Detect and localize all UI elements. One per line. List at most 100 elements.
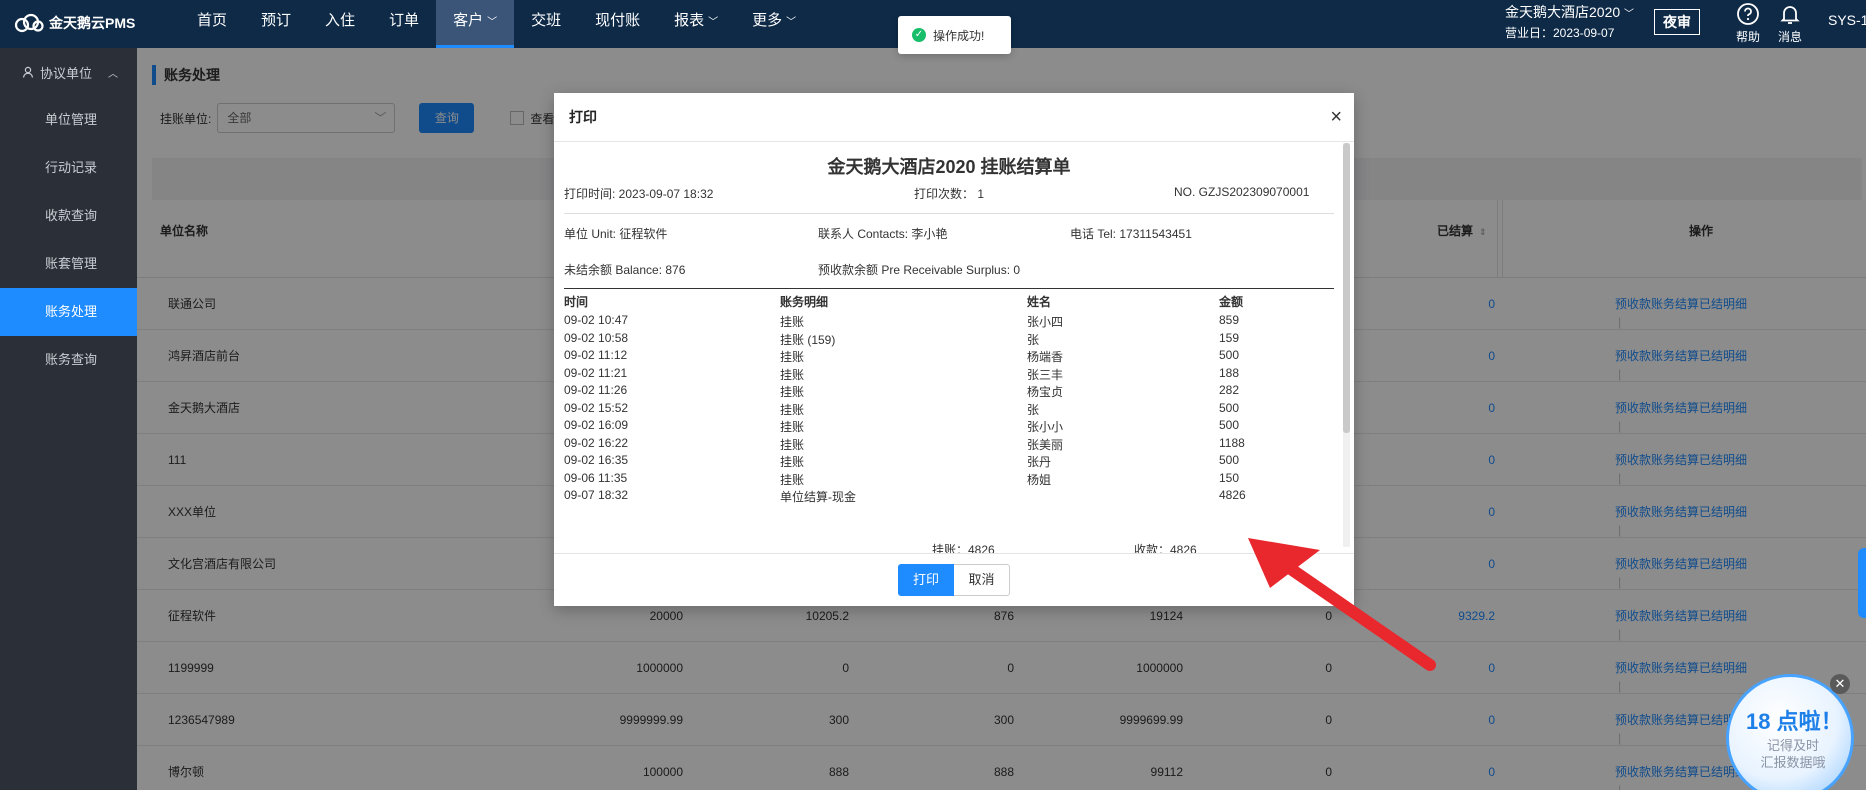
main-nav: 首页 预订 入住 订单 客户 ﹀ 交班 现付账 报表 ﹀ 更多 ﹀ — [180, 0, 813, 48]
sidebar-item-account-processing[interactable]: 账务处理 — [0, 288, 137, 336]
user-id[interactable]: SYS-1( — [1828, 12, 1866, 28]
document-cell: 张 — [1027, 332, 1040, 347]
document-cell: 500 — [1219, 400, 1240, 415]
document-cell: 09-02 11:12 — [564, 348, 628, 362]
nav-shift[interactable]: 交班 — [514, 0, 578, 48]
document-cell: 杨姐 — [1027, 472, 1052, 487]
document-cell: 09-02 16:22 — [564, 435, 629, 450]
cloud-logo-icon — [14, 13, 44, 33]
app-logo[interactable]: 金天鹅云PMS — [14, 13, 135, 33]
document-cell: 杨端香 — [1027, 350, 1064, 364]
hotel-name: 金天鹅大酒店2020 — [1505, 4, 1621, 20]
print-dialog: 打印 × 金天鹅大酒店2020 挂账结算单 打印时间: 2023-09-07 1… — [554, 93, 1354, 606]
document-cell: 张小小 — [1027, 420, 1064, 434]
nav-label: 首页 — [197, 12, 228, 29]
document-cell: 09-02 16:09 — [564, 418, 629, 432]
close-icon[interactable]: × — [1330, 93, 1342, 142]
nav-label: 更多 — [752, 12, 783, 29]
document-cell: 张美丽 — [1027, 437, 1064, 452]
nav-home[interactable]: 首页 — [180, 0, 244, 48]
document-cell: 挂账 — [780, 420, 805, 434]
document-cell: 09-07 18:32 — [564, 488, 629, 502]
cancel-button[interactable]: 取消 — [954, 564, 1010, 596]
sidebar-item-account-sets[interactable]: 账套管理 — [0, 240, 137, 288]
preview-scrollbar[interactable] — [1343, 143, 1350, 547]
reminder-line: 汇报数据哦 — [1760, 755, 1826, 770]
nav-cash-account[interactable]: 现付账 — [578, 0, 657, 48]
nav-label: 入住 — [325, 12, 356, 29]
dialog-title: 打印 — [569, 109, 597, 125]
sidebar-item-payment-query[interactable]: 收款查询 — [0, 192, 137, 240]
document-table-header: 时间 账务明细 姓名 金额 — [564, 293, 1334, 314]
bell-icon — [1780, 6, 1800, 24]
divider — [564, 288, 1334, 289]
document-cell: 859 — [1219, 313, 1240, 327]
nav-label: 预订 — [261, 12, 292, 29]
document-cell: 150 — [1219, 470, 1240, 485]
doc-col-time: 时间 — [564, 295, 589, 309]
sidebar-item-activity-log[interactable]: 行动记录 — [0, 144, 137, 192]
night-audit-button[interactable]: 夜审 — [1654, 9, 1700, 35]
document-cell: 188 — [1219, 365, 1240, 380]
document-cell: 张 — [1027, 402, 1040, 417]
document-cell: 09-02 15:52 — [564, 400, 629, 415]
check-circle-icon: ✓ — [912, 28, 926, 42]
document-cell: 挂账 — [780, 385, 805, 399]
document-cell: 282 — [1219, 383, 1240, 397]
document-cell: 09-06 11:35 — [564, 470, 628, 485]
nav-checkin[interactable]: 入住 — [308, 0, 372, 48]
scrollbar-thumb[interactable] — [1343, 143, 1350, 433]
tel-info: 电话 Tel: 17311543451 — [1070, 227, 1192, 241]
business-day: 营业日：2023-09-07 — [1505, 26, 1615, 40]
chevron-down-icon: ﹀ — [1624, 9, 1635, 20]
document-cell: 挂账 — [780, 350, 805, 364]
nav-more[interactable]: 更多 ﹀ — [735, 0, 813, 48]
help-button[interactable]: 帮助 — [1728, 2, 1768, 45]
print-count: 打印次数： 1 — [914, 187, 985, 201]
nav-label: 订单 — [389, 12, 420, 29]
document-number: NO. GZJS202309070001 — [1174, 185, 1310, 199]
dialog-header: 打印 × — [554, 93, 1354, 142]
red-arrow-annotation — [1248, 538, 1436, 671]
document-cell: 挂账 — [780, 315, 805, 329]
document-cell: 09-02 11:21 — [564, 365, 628, 380]
document-row: 09-07 18:32 单位结算-现金 4826 — [564, 488, 1334, 509]
sidebar-item-account-query[interactable]: 账务查询 — [0, 336, 137, 384]
help-icon — [1737, 3, 1759, 25]
doc-col-name: 姓名 — [1027, 295, 1052, 309]
document-cell: 500 — [1219, 418, 1240, 432]
nav-reports[interactable]: 报表 ﹀ — [657, 0, 735, 48]
document-cell: 500 — [1219, 453, 1240, 467]
nav-reservation[interactable]: 预订 — [244, 0, 308, 48]
document-cell: 500 — [1219, 348, 1240, 362]
document-cell: 09-02 10:58 — [564, 330, 629, 345]
side-tab[interactable] — [1858, 548, 1866, 618]
print-button[interactable]: 打印 — [898, 564, 954, 596]
nav-orders[interactable]: 订单 — [372, 0, 436, 48]
document-cell: 挂账 — [780, 437, 805, 452]
print-time: 打印时间: 2023-09-07 18:32 — [564, 187, 714, 201]
hotel-selector[interactable]: 金天鹅大酒店2020 ﹀ 营业日：2023-09-07 — [1505, 3, 1645, 43]
sidebar-group-agreement-units[interactable]: 协议单位 ︿ — [0, 48, 137, 96]
document-cell: 挂账 — [780, 367, 805, 382]
nav-customers[interactable]: 客户 ﹀ — [436, 0, 515, 48]
messages-button[interactable]: 消息 — [1770, 2, 1810, 45]
document-cell: 09-02 10:47 — [564, 313, 629, 327]
document-cell: 挂账 — [780, 455, 805, 469]
help-label: 帮助 — [1735, 30, 1760, 44]
logo-text: 金天鹅云PMS — [49, 15, 136, 31]
pre-receivable-info: 预收款余额 Pre Receivable Surplus: 0 — [818, 263, 1021, 277]
doc-col-detail: 账务明细 — [780, 295, 829, 309]
sidebar-item-unit-management[interactable]: 单位管理 — [0, 96, 137, 144]
dialog-footer: 打印 取消 — [554, 553, 1354, 606]
unit-info: 单位 Unit: 征程软件 — [564, 227, 668, 241]
close-icon[interactable]: ✕ — [1830, 674, 1850, 694]
total-received: 收款：4826 — [1134, 543, 1197, 553]
document-cell: 杨宝贞 — [1027, 385, 1064, 399]
document-cell: 张小四 — [1027, 315, 1064, 329]
toast-message: 操作成功! — [933, 28, 985, 43]
print-preview: 金天鹅大酒店2020 挂账结算单 打印时间: 2023-09-07 18:32 … — [554, 143, 1354, 553]
document-cell: 09-02 16:35 — [564, 453, 629, 467]
document-cell: 挂账 — [780, 472, 805, 487]
document-cell: 挂账 (159) — [780, 332, 836, 347]
